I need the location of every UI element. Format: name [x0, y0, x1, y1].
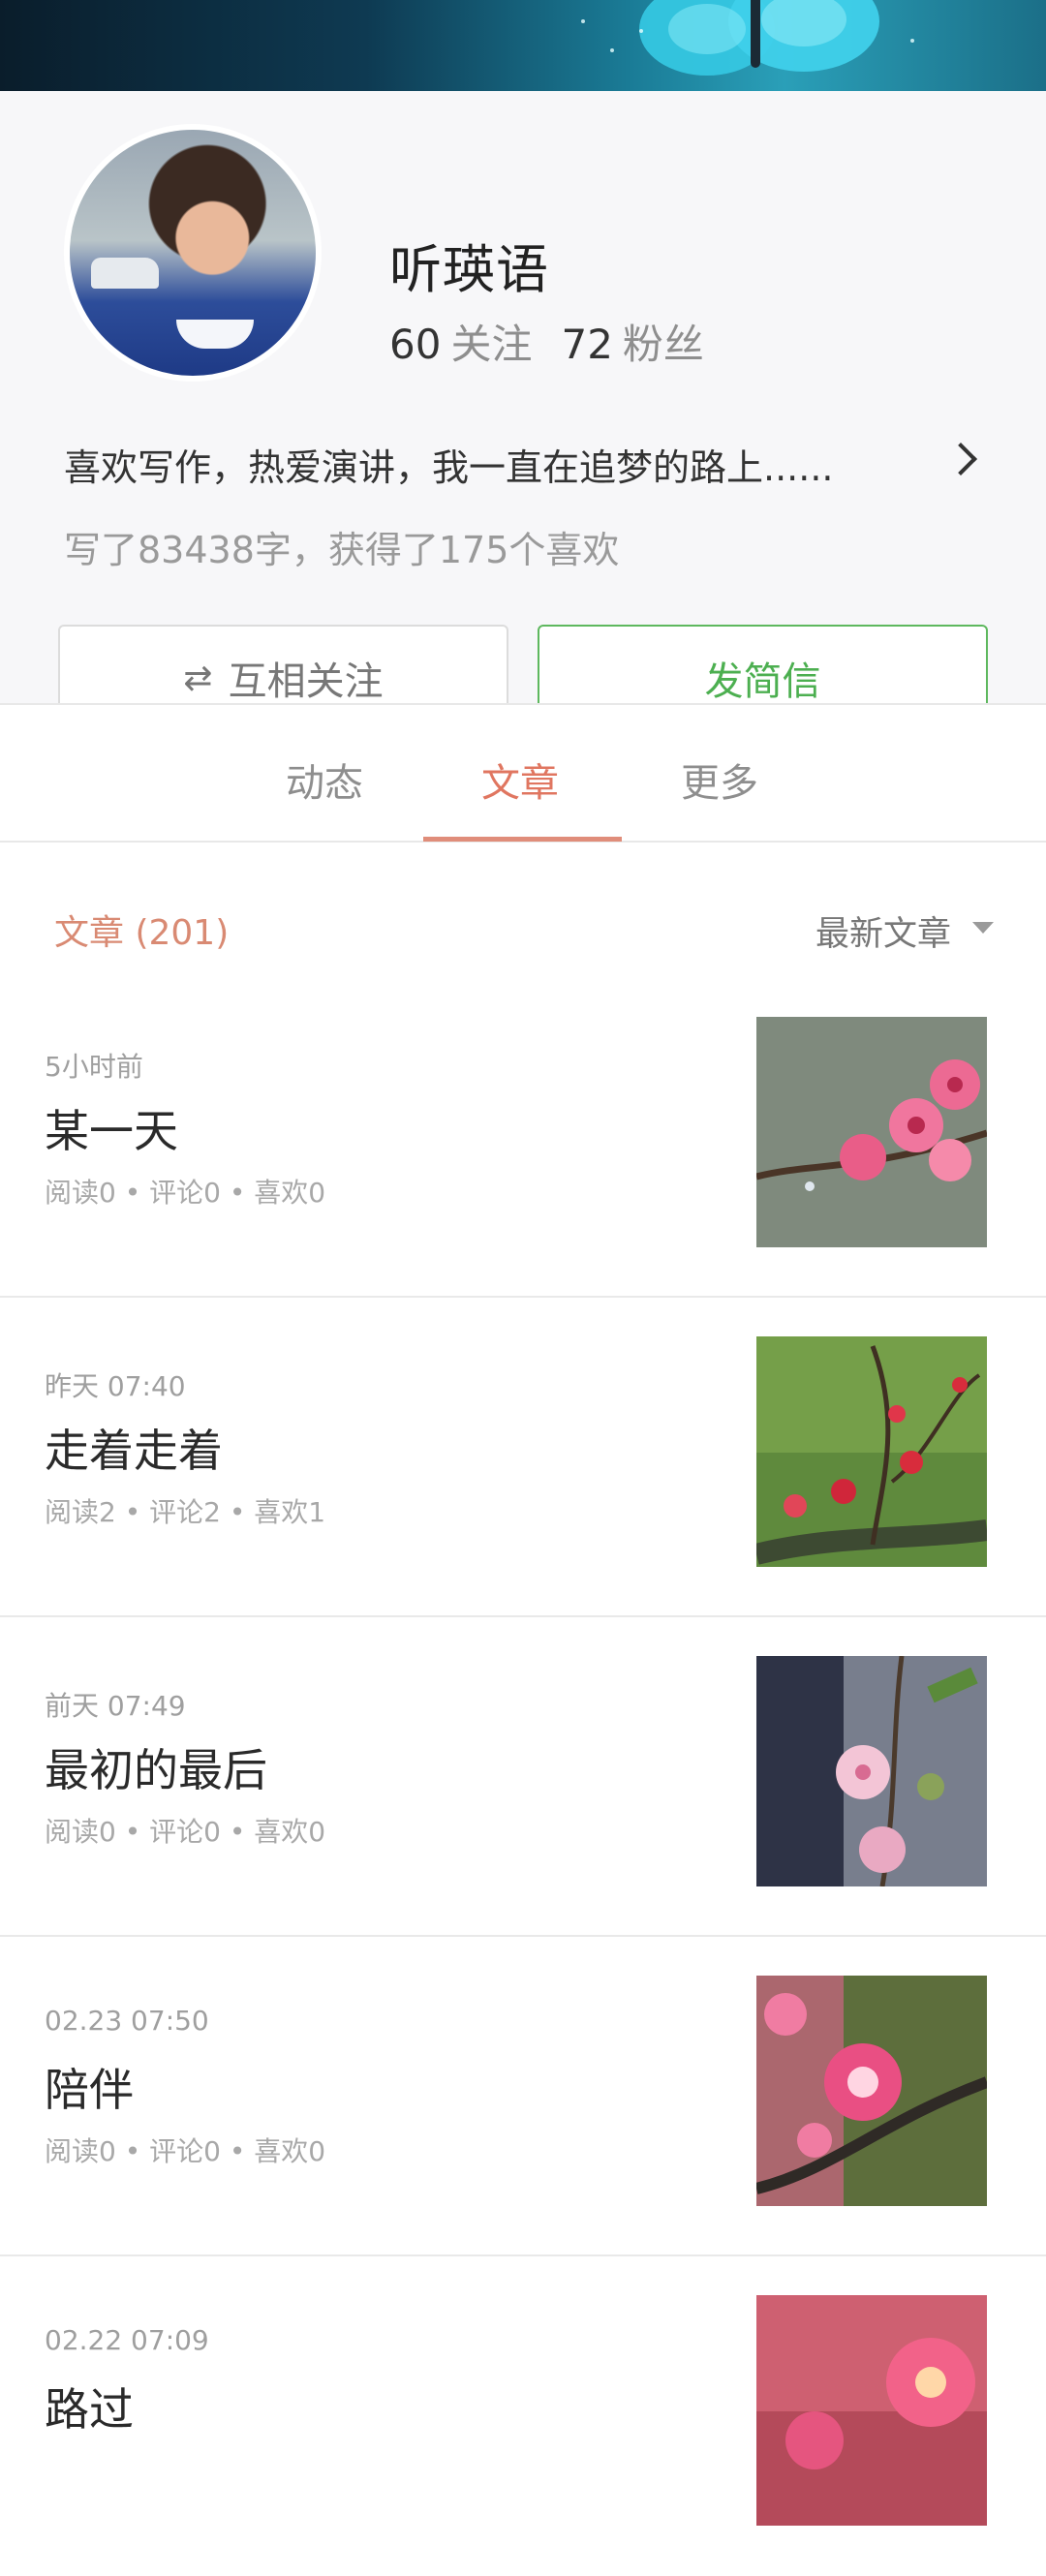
- article-meta: 阅读0 • 评论0 • 喜欢0: [45, 1816, 326, 1848]
- article-time: 前天 07:49: [45, 1690, 186, 1722]
- tab-activity[interactable]: 动态: [286, 751, 363, 808]
- article-item[interactable]: 前天 07:49 最初的最后 阅读0 • 评论0 • 喜欢0: [0, 1617, 1046, 1937]
- article-item[interactable]: 5小时前 某一天 阅读0 • 评论0 • 喜欢0: [0, 978, 1046, 1298]
- profile-name: 听瑛语: [389, 239, 549, 300]
- red-buds-branch-image: [756, 1336, 987, 1567]
- article-item[interactable]: 02.22 07:09 路过: [0, 2256, 1046, 2576]
- article-thumbnail[interactable]: [756, 1336, 987, 1567]
- sparkle: [581, 19, 585, 23]
- chevron-right-icon[interactable]: [944, 443, 977, 475]
- profile-summary: 写了83438字，获得了175个喜欢: [64, 529, 620, 571]
- article-thumbnail[interactable]: [756, 1017, 987, 1247]
- article-item[interactable]: 昨天 07:40 走着走着 阅读2 • 评论2 • 喜欢1: [0, 1298, 1046, 1617]
- articles-section-header: 文章 (201) 最新文章: [0, 881, 1046, 978]
- following-label[interactable]: 关注: [450, 321, 532, 368]
- pink-blossom-branch-image: [756, 1017, 987, 1247]
- mutual-follow-label: 互相关注: [228, 659, 384, 704]
- profile-banner: [0, 0, 1046, 91]
- pale-pink-flowers-image: [756, 1656, 987, 1886]
- article-thumbnail[interactable]: [756, 2295, 987, 2526]
- followers-label[interactable]: 粉丝: [623, 321, 704, 368]
- profile-tabs: 动态 文章 更多: [0, 703, 1046, 843]
- plum-blossom-image: [756, 1976, 987, 2206]
- article-title[interactable]: 最初的最后: [45, 1735, 267, 1799]
- sparkle: [639, 29, 643, 33]
- avatar[interactable]: [64, 124, 322, 382]
- caret-down-icon[interactable]: [972, 922, 994, 934]
- profile-stats: 60 关注 72 粉丝: [389, 312, 733, 371]
- tab-more[interactable]: 更多: [681, 751, 758, 808]
- tab-articles[interactable]: 文章: [481, 751, 559, 808]
- article-meta: 阅读0 • 评论0 • 喜欢0: [45, 1177, 326, 1209]
- article-time: 昨天 07:40: [45, 1370, 186, 1402]
- articles-count: 文章 (201): [54, 913, 230, 953]
- article-time: 5小时前: [45, 1051, 143, 1083]
- followers-count[interactable]: 72: [561, 321, 612, 368]
- profile-header: 听瑛语 60 关注 72 粉丝 喜欢写作，热爱演讲，我一直在追梦的路上...... 写…: [0, 91, 1046, 731]
- article-title[interactable]: 某一天: [45, 1096, 178, 1160]
- article-meta: 阅读2 • 评论2 • 喜欢1: [45, 1496, 326, 1528]
- sort-dropdown[interactable]: 最新文章: [815, 906, 951, 956]
- active-tab-indicator: [423, 837, 622, 842]
- profile-bio[interactable]: 喜欢写作，热爱演讲，我一直在追梦的路上......: [64, 438, 936, 491]
- pink-blossom-closeup-image: [756, 2295, 987, 2526]
- article-title[interactable]: 路过: [45, 2375, 134, 2438]
- article-thumbnail[interactable]: [756, 1656, 987, 1886]
- butterfly-image: [639, 0, 879, 76]
- article-thumbnail[interactable]: [756, 1976, 987, 2206]
- article-title[interactable]: 陪伴: [45, 2055, 134, 2119]
- article-item[interactable]: 02.23 07:50 陪伴 阅读0 • 评论0 • 喜欢0: [0, 1937, 1046, 2256]
- article-meta: 阅读0 • 评论0 • 喜欢0: [45, 2135, 326, 2167]
- avatar-collar: [176, 320, 254, 349]
- swap-icon: ⇄: [183, 658, 213, 698]
- sparkle: [910, 39, 914, 43]
- article-time: 02.22 07:09: [45, 2324, 209, 2356]
- send-message-label: 发简信: [704, 659, 821, 704]
- avatar-background-car: [91, 258, 159, 289]
- article-time: 02.23 07:50: [45, 2005, 209, 2037]
- article-title[interactable]: 走着走着: [45, 1416, 223, 1480]
- following-count[interactable]: 60: [389, 321, 441, 368]
- sparkle: [610, 48, 614, 52]
